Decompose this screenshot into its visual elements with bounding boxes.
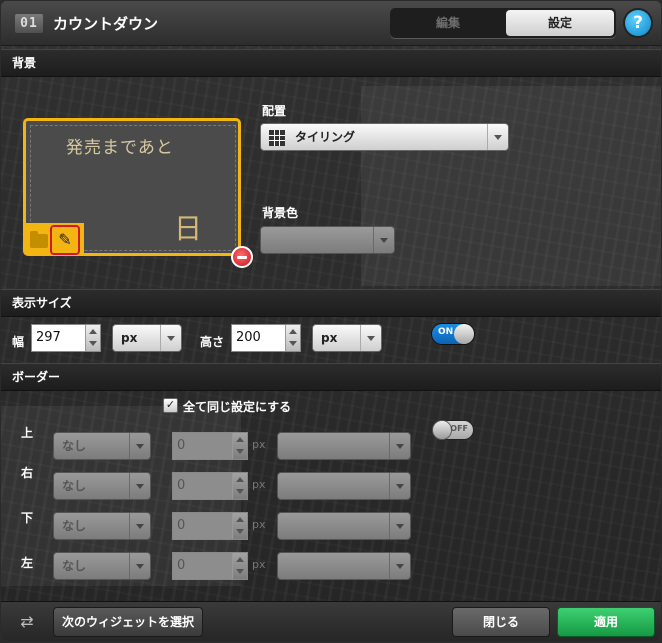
- bg-color-picker[interactable]: [260, 226, 395, 254]
- footer-bar: ⇄ 次のウィジェットを選択 閉じる 適用: [1, 601, 661, 641]
- toggle-label: OFF: [450, 424, 468, 433]
- height-unit-value: px: [321, 331, 338, 345]
- border-style-value: なし: [62, 519, 87, 533]
- chevron-down-icon: [129, 473, 150, 499]
- stepper-arrows-icon[interactable]: [85, 325, 100, 351]
- border-style-select-bottom[interactable]: なし: [53, 512, 151, 540]
- unit-label: px: [252, 518, 266, 531]
- settings-content: 背景 発売まであと 日 ✎ 配置 タイリング 背景色 表示サイズ 幅 297 p…: [1, 46, 661, 601]
- border-width-stepper-right[interactable]: 0: [172, 472, 248, 500]
- tab-edit[interactable]: 編集: [392, 10, 504, 36]
- width-unit-value: px: [121, 331, 138, 345]
- section-title: 表示サイズ: [12, 296, 72, 310]
- chevron-down-icon: [129, 553, 150, 579]
- border-color-select-right[interactable]: [277, 472, 411, 500]
- close-button[interactable]: 閉じる: [452, 607, 550, 637]
- pencil-edit-icon[interactable]: ✎: [50, 225, 80, 255]
- border-style-select-left[interactable]: なし: [53, 552, 151, 580]
- border-width-stepper-left[interactable]: 0: [172, 552, 248, 580]
- border-style-value: なし: [62, 479, 87, 493]
- bg-color-label: 背景色: [262, 206, 299, 220]
- widget-number-badge: 01: [15, 14, 43, 33]
- border-style-select-right[interactable]: なし: [53, 472, 151, 500]
- border-style-select-top[interactable]: なし: [53, 432, 151, 460]
- stepper-arrows-icon[interactable]: [232, 553, 247, 579]
- section-title: 背景: [12, 56, 37, 70]
- toggle-label: ON: [438, 327, 454, 337]
- unit-label: px: [252, 478, 266, 491]
- placement-value: タイリング: [295, 130, 356, 144]
- chevron-down-icon: [389, 513, 410, 539]
- border-width-value: 0: [177, 518, 186, 533]
- chevron-down-icon: [487, 124, 508, 150]
- preview-countdown-text: 発売まであと: [66, 138, 174, 158]
- border-width-value: 0: [177, 478, 186, 493]
- toggle-knob: [433, 421, 451, 439]
- border-style-value: なし: [62, 439, 87, 453]
- section-header-border: ボーダー: [1, 363, 661, 391]
- width-label: 幅: [12, 335, 25, 349]
- border-width-value: 0: [177, 558, 186, 573]
- section-header-display-size: 表示サイズ: [1, 289, 661, 317]
- width-value: 297: [36, 330, 61, 345]
- background-preview-card[interactable]: 発売まであと 日 ✎: [23, 118, 241, 256]
- border-toggle-switch[interactable]: OFF: [433, 421, 473, 439]
- border-side-right-label: 右: [21, 466, 34, 480]
- remove-icon[interactable]: [231, 246, 253, 268]
- size-toggle-switch[interactable]: ON: [432, 324, 474, 344]
- unit-label: px: [252, 438, 266, 451]
- window-title: カウントダウン: [53, 15, 159, 33]
- border-side-top-label: 上: [21, 426, 34, 440]
- title-bar: 01 カウントダウン 編集 設定 ?: [1, 1, 661, 46]
- height-stepper[interactable]: 200: [231, 324, 301, 352]
- mode-segmented-control: 編集 設定: [390, 8, 616, 38]
- chevron-down-icon: [360, 325, 381, 351]
- border-color-select-top[interactable]: [277, 432, 411, 460]
- stepper-arrows-icon[interactable]: [232, 433, 247, 459]
- help-icon[interactable]: ?: [625, 10, 651, 36]
- preview-day-text: 日: [174, 212, 203, 245]
- chevron-down-icon: [160, 325, 181, 351]
- border-side-bottom-label: 下: [21, 511, 34, 525]
- chevron-down-icon: [129, 433, 150, 459]
- section-title: ボーダー: [12, 370, 61, 384]
- same-setting-checkbox[interactable]: ✓: [163, 398, 178, 413]
- chevron-down-icon: [373, 227, 394, 253]
- tile-grid-icon: [269, 130, 285, 146]
- width-stepper[interactable]: 297: [31, 324, 101, 352]
- height-unit-select[interactable]: px: [312, 324, 382, 352]
- section-header-background: 背景: [1, 49, 661, 77]
- chevron-down-icon: [389, 473, 410, 499]
- background-texture-block: [361, 86, 661, 286]
- stepper-arrows-icon[interactable]: [285, 325, 300, 351]
- placement-select[interactable]: タイリング: [260, 123, 509, 151]
- border-width-value: 0: [177, 438, 186, 453]
- stepper-arrows-icon[interactable]: [232, 473, 247, 499]
- toggle-knob: [454, 324, 474, 344]
- placement-label: 配置: [262, 104, 287, 118]
- swap-icon[interactable]: ⇄: [17, 612, 37, 632]
- border-color-select-left[interactable]: [277, 552, 411, 580]
- preview-action-tray: ✎: [26, 223, 84, 255]
- border-width-stepper-bottom[interactable]: 0: [172, 512, 248, 540]
- same-setting-label: 全て同じ設定にする: [183, 400, 292, 414]
- next-widget-button[interactable]: 次のウィジェットを選択: [53, 607, 203, 637]
- apply-button[interactable]: 適用: [557, 607, 655, 637]
- border-color-select-bottom[interactable]: [277, 512, 411, 540]
- unit-label: px: [252, 558, 266, 571]
- chevron-down-icon: [389, 433, 410, 459]
- border-side-left-label: 左: [21, 556, 34, 570]
- border-width-stepper-top[interactable]: 0: [172, 432, 248, 460]
- border-style-value: なし: [62, 559, 87, 573]
- countdown-settings-window: 01 カウントダウン 編集 設定 ? 背景 発売まであと 日 ✎ 配置 タイリン…: [1, 1, 661, 641]
- tab-settings[interactable]: 設定: [506, 10, 614, 36]
- chevron-down-icon: [389, 553, 410, 579]
- stepper-arrows-icon[interactable]: [232, 513, 247, 539]
- height-value: 200: [236, 330, 261, 345]
- chevron-down-icon: [129, 513, 150, 539]
- folder-icon[interactable]: [30, 231, 48, 248]
- height-label: 高さ: [200, 335, 225, 349]
- width-unit-select[interactable]: px: [112, 324, 182, 352]
